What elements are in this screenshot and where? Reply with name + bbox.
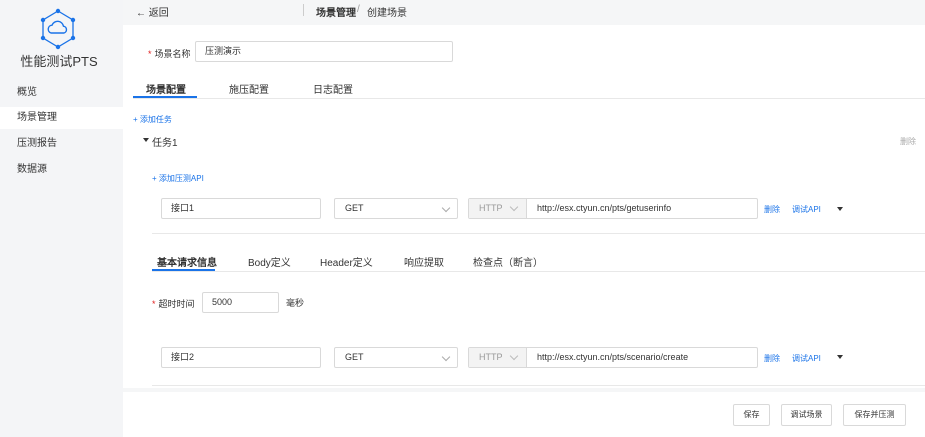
sidebar: 性能测试PTS 概览 场景管理 压测报告 数据源	[0, 0, 123, 437]
sidebar-item-datasource[interactable]: 数据源	[0, 159, 123, 181]
sidebar-item-overview[interactable]: 概览	[0, 82, 123, 104]
chevron-down-icon	[509, 351, 519, 361]
main-content: * 场景名称 压测演示 场景配置 施压配置 日志配置 + 添加任务 任务1 删除 …	[123, 25, 925, 388]
row-divider	[152, 385, 925, 386]
api-name-input[interactable]: 接口1	[161, 198, 321, 219]
task-title: 任务1	[152, 138, 178, 149]
save-and-test-button[interactable]: 保存并压测	[843, 404, 906, 426]
tab-assertions[interactable]: 检查点（断言）	[473, 254, 543, 269]
required-mark: *	[148, 49, 152, 59]
tab-header[interactable]: Header定义	[320, 254, 373, 269]
timeout-label-text: 超时时间	[158, 299, 195, 309]
breadcrumb-separator: /	[357, 4, 360, 15]
scene-name-input[interactable]: 压测演示	[195, 41, 453, 62]
back-button[interactable]: ← 返回	[136, 4, 169, 19]
tab-scene-config[interactable]: 场景配置	[146, 81, 186, 96]
tab-load-config[interactable]: 施压配置	[229, 81, 269, 96]
api-name-input[interactable]: 接口2	[161, 347, 321, 368]
divider	[303, 4, 304, 16]
tabs-divider	[133, 98, 925, 99]
cloud-logo-icon	[37, 8, 79, 50]
method-value: GET	[345, 203, 364, 213]
protocol-value: HTTP	[479, 352, 503, 362]
url-field[interactable]: HTTP http://esx.ctyun.cn/pts/scenario/cr…	[468, 347, 758, 368]
timeout-label: * 超时时间	[152, 297, 195, 310]
tab-basic-request[interactable]: 基本请求信息	[157, 254, 217, 269]
timeout-unit: 毫秒	[286, 298, 305, 308]
tab-body[interactable]: Body定义	[248, 254, 291, 269]
debug-api-button[interactable]: 调试API	[792, 353, 821, 364]
expand-caret-icon[interactable]	[837, 355, 843, 359]
breadcrumb-scenarios[interactable]: 场景管理	[316, 4, 356, 19]
tabs-divider	[152, 271, 925, 272]
chevron-down-icon	[441, 352, 451, 362]
tab-response-extract[interactable]: 响应提取	[404, 254, 444, 269]
add-task-button[interactable]: + 添加任务	[133, 114, 172, 125]
delete-api-button[interactable]: 删除	[764, 353, 780, 364]
timeout-input[interactable]: 5000	[202, 292, 279, 313]
url-value: http://esx.ctyun.cn/pts/scenario/create	[537, 352, 689, 362]
app-title: 性能测试PTS	[20, 54, 98, 69]
row-divider	[152, 233, 925, 234]
topbar: ← 返回 场景管理 / 创建场景	[123, 0, 925, 22]
delete-api-button[interactable]: 删除	[764, 204, 780, 215]
tab-log-config[interactable]: 日志配置	[313, 81, 353, 96]
debug-api-button[interactable]: 调试API	[792, 204, 821, 215]
scene-name-label-text: 场景名称	[154, 49, 191, 59]
url-value: http://esx.ctyun.cn/pts/getuserinfo	[537, 203, 672, 213]
add-api-button[interactable]: + 添加压测API	[152, 173, 204, 184]
chevron-down-icon	[441, 203, 451, 213]
protocol-select[interactable]: HTTP	[469, 348, 527, 367]
chevron-down-icon	[509, 202, 519, 212]
debug-scene-button[interactable]: 调试场景	[781, 404, 832, 426]
collapse-caret-icon[interactable]	[143, 138, 149, 142]
delete-task-button[interactable]: 删除	[900, 136, 916, 147]
protocol-value: HTTP	[479, 203, 503, 213]
save-button[interactable]: 保存	[733, 404, 770, 426]
expand-caret-icon[interactable]	[837, 207, 843, 211]
breadcrumb-current: 创建场景	[367, 8, 407, 19]
method-select[interactable]: GET	[334, 347, 458, 368]
method-value: GET	[345, 352, 364, 362]
protocol-select[interactable]: HTTP	[469, 199, 527, 218]
footer-bar: 保存 调试场景 保存并压测	[123, 392, 925, 437]
required-mark: *	[152, 299, 156, 309]
sidebar-item-reports[interactable]: 压测报告	[0, 133, 123, 155]
url-field[interactable]: HTTP http://esx.ctyun.cn/pts/getuserinfo	[468, 198, 758, 219]
scene-name-label: * 场景名称	[148, 47, 191, 60]
method-select[interactable]: GET	[334, 198, 458, 219]
sidebar-item-scenarios[interactable]: 场景管理	[0, 107, 123, 129]
